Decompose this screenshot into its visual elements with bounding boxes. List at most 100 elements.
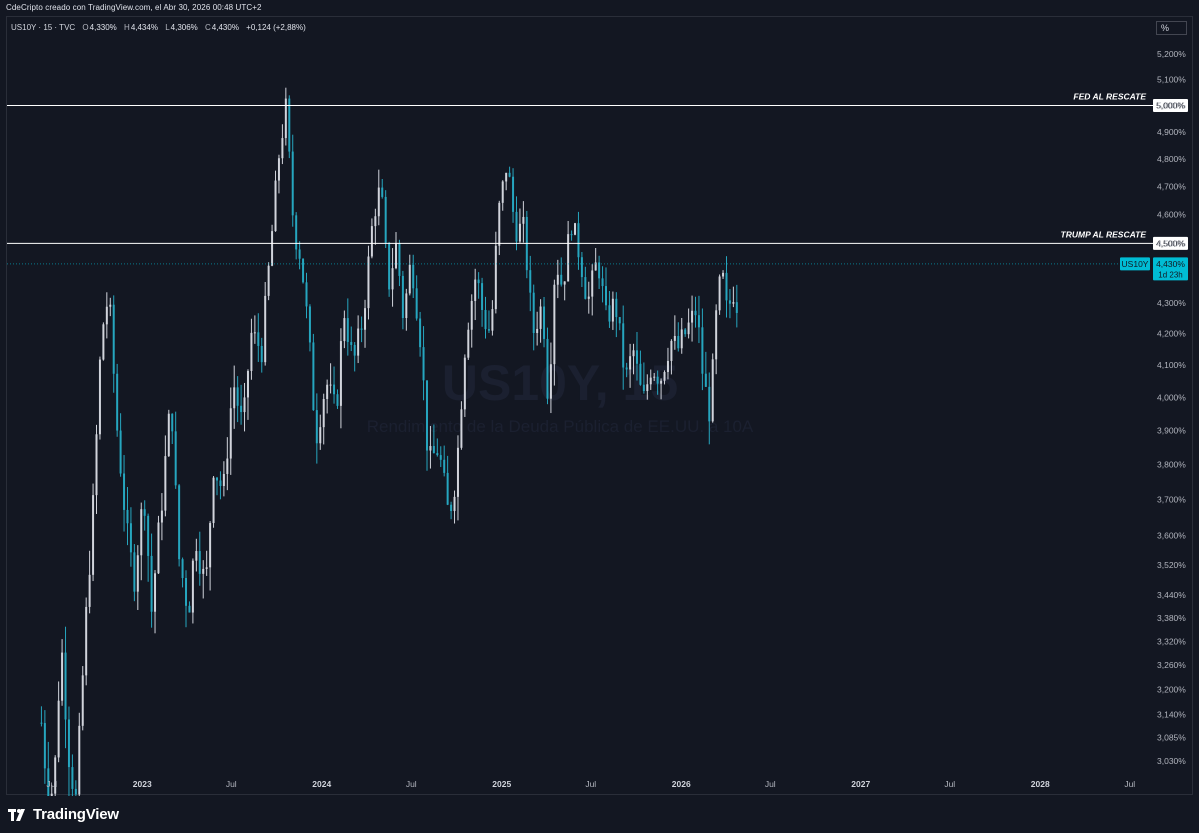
x-tick-label: 2026 — [672, 779, 691, 789]
horizontal-levels: FED AL RESCATE 5,000% TRUMP AL RESCATE 4,50… — [7, 92, 1188, 250]
candle-body — [185, 578, 188, 606]
footer — [0, 796, 1199, 833]
candle-body — [329, 384, 332, 386]
last-price-symbol-text: US10Y — [1122, 259, 1149, 269]
candles-layer — [40, 87, 738, 822]
legend-high: 4,434% — [130, 23, 158, 32]
candle-body — [150, 555, 153, 612]
x-tick-label: Jul — [226, 779, 237, 789]
candle-body — [136, 555, 139, 592]
candle-body — [315, 410, 318, 444]
candle-body — [336, 394, 339, 406]
candle-body — [250, 332, 253, 371]
candle-body — [463, 357, 466, 410]
candle-body — [611, 298, 614, 322]
price-axis[interactable]: 5,200% 5,100% 5,000% 4,900% 4,800% 4,700% 4,60… — [1157, 49, 1186, 766]
candle-body — [195, 551, 198, 561]
candle-body — [656, 376, 659, 384]
candle-body — [40, 722, 43, 724]
candle-body — [439, 455, 442, 460]
symbol-legend[interactable]: US10Y · 15 · TVC O4,330% H4,434% L4,306%… — [11, 23, 311, 32]
candle-body — [178, 485, 181, 560]
candle-body — [398, 242, 401, 276]
x-tick-label: Jul — [585, 779, 596, 789]
candle-body — [515, 211, 518, 242]
candle-body — [346, 318, 349, 342]
candle-body — [67, 719, 70, 768]
candle-body — [412, 264, 415, 289]
candle-body — [243, 397, 246, 413]
x-tick-label: 2025 — [492, 779, 511, 789]
candle-body — [622, 323, 625, 368]
y-tick-label: 4,000% — [1157, 393, 1186, 403]
time-axis[interactable]: Jul 2023 Jul 2024 Jul 2025 Jul 2026 Jul 2027 Jul 20… — [46, 779, 1135, 789]
candle-body — [102, 324, 105, 360]
legend-low: 4,306% — [170, 23, 198, 32]
candle-body — [246, 370, 249, 398]
candle-body — [154, 573, 157, 612]
x-tick-label: 2023 — [133, 779, 152, 789]
candle-body — [157, 522, 160, 574]
legend-high-label: H — [124, 23, 130, 32]
candle-body — [295, 215, 298, 250]
candle-body — [271, 231, 274, 266]
y-tick-label: 3,440% — [1157, 590, 1186, 600]
candle-body — [604, 286, 607, 306]
candle-body — [577, 223, 580, 258]
candle-body — [680, 329, 683, 349]
candle-body — [728, 300, 731, 304]
candle-body — [405, 293, 408, 319]
candle-body — [123, 473, 126, 510]
candle-body — [632, 350, 635, 357]
candle-body — [274, 180, 277, 232]
candle-body — [512, 176, 515, 212]
candle-body — [129, 523, 132, 553]
candle-body — [343, 318, 346, 342]
candle-body — [484, 309, 487, 330]
candle-body — [395, 242, 398, 269]
candle-body — [677, 335, 680, 349]
unit-toggle-button[interactable]: % — [1156, 21, 1187, 35]
last-price-countdown-text: 1d 23h — [1158, 270, 1182, 279]
candle-body — [322, 398, 325, 428]
candle-body — [119, 430, 122, 474]
candle-body — [532, 292, 535, 333]
tradingview-logo-icon — [8, 808, 25, 821]
candle-body — [591, 270, 594, 297]
candle-body — [608, 305, 611, 322]
price-chart[interactable]: US10Y, 15 Rendimiento de la Deuda Públic… — [0, 0, 1199, 833]
candle-body — [546, 338, 549, 399]
candle-body — [543, 306, 546, 339]
legend-open: 4,330% — [89, 23, 117, 32]
candle-body — [691, 310, 694, 323]
candle-body — [470, 300, 473, 330]
candle-body — [436, 453, 439, 456]
candle-body — [57, 700, 60, 758]
brand: TradingView — [8, 806, 119, 823]
candle-body — [191, 560, 194, 613]
candle-body — [639, 363, 642, 385]
watermark-symbol: US10Y, 15 — [442, 355, 678, 411]
candle-body — [549, 364, 552, 399]
candle-body — [556, 274, 559, 285]
candle-body — [81, 675, 84, 726]
candle-body — [498, 202, 501, 246]
candle-body — [505, 172, 508, 182]
y-tick-label: 5,200% — [1157, 49, 1186, 59]
candle-body — [326, 384, 329, 399]
candle-body — [133, 552, 136, 592]
candle-body — [98, 359, 101, 435]
candle-body — [722, 272, 725, 277]
candle-body — [298, 249, 301, 259]
candle-body — [212, 477, 215, 524]
candle-body — [71, 767, 74, 789]
y-tick-label: 3,900% — [1157, 426, 1186, 436]
candle-body — [697, 315, 700, 328]
candle-body — [277, 158, 280, 181]
candle-body — [222, 473, 225, 486]
candle-body — [467, 329, 470, 358]
candle-body — [74, 788, 77, 795]
candle-body — [725, 272, 728, 301]
candle-body — [684, 329, 687, 335]
candle-body — [670, 340, 673, 361]
